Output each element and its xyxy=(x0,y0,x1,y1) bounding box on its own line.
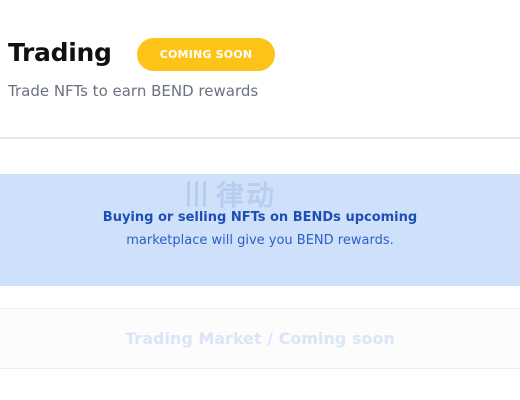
watermark-bars-icon xyxy=(187,181,206,207)
coming-soon-badge: COMING SOON xyxy=(137,38,275,71)
watermark-logo: 律动 xyxy=(186,176,276,212)
info-text-line-1: Buying or selling NFTs on BENDs upcoming xyxy=(102,210,418,225)
header-divider xyxy=(0,137,520,139)
page-title: Trading xyxy=(8,38,112,67)
trading-header: Trading COMING SOON Trade NFTs to earn B… xyxy=(0,0,520,138)
page-subtitle: Trade NFTs to earn BEND rewards xyxy=(8,82,259,100)
info-text-line-2: marketplace will give you BEND rewards. xyxy=(126,233,394,248)
trading-page: Trading COMING SOON Trade NFTs to earn B… xyxy=(0,0,520,400)
trading-market-panel: Trading Market / Coming soon xyxy=(0,308,520,369)
watermark-text: 律动 xyxy=(216,179,277,212)
trading-market-label: Trading Market / Coming soon xyxy=(125,329,395,348)
